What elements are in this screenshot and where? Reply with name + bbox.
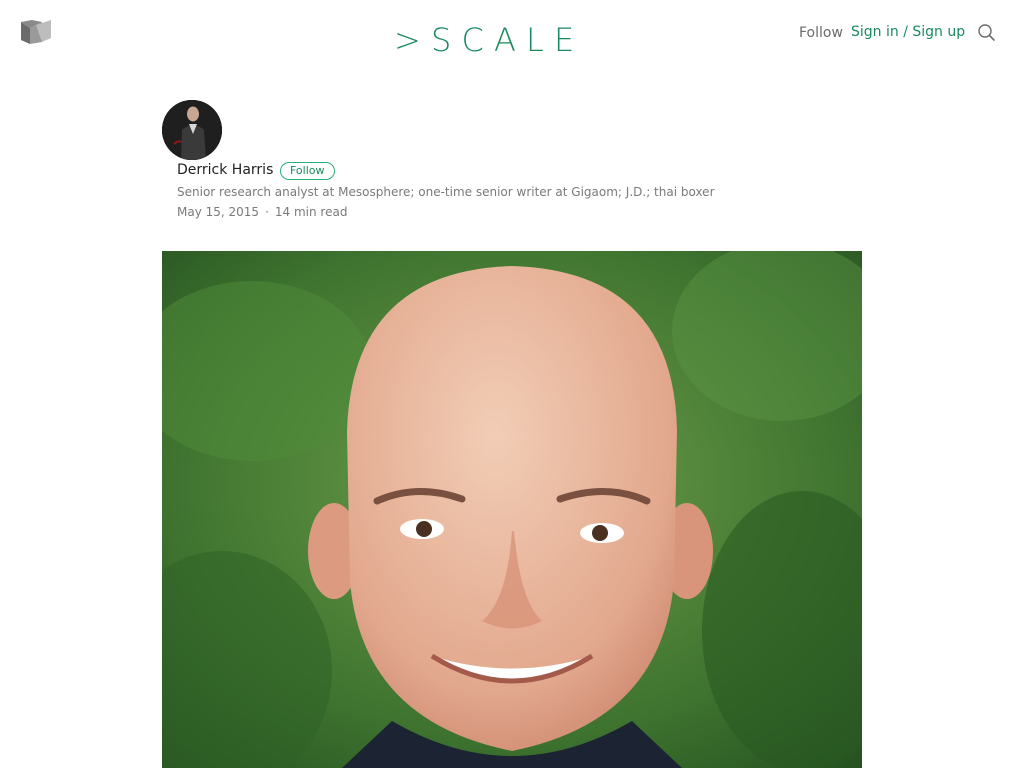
author-bio: Senior research analyst at Mesosphere; o…: [177, 185, 715, 199]
publication-logo-text: > S C A L E: [394, 21, 574, 58]
hero-image: [162, 251, 862, 768]
top-navigation-bar: > S C A L E Follow Sign in / Sign up: [0, 0, 1024, 70]
search-icon[interactable]: [976, 22, 996, 42]
author-name[interactable]: Derrick Harris: [177, 162, 273, 178]
sign-in-sign-up-link[interactable]: Sign in / Sign up: [851, 24, 965, 40]
header-follow-link[interactable]: Follow: [799, 25, 843, 41]
read-time: 14 min read: [274, 205, 348, 219]
medium-logo-icon[interactable]: [20, 18, 52, 46]
publication-logo[interactable]: > S C A L E: [392, 14, 632, 59]
author-avatar[interactable]: [162, 100, 222, 160]
author-follow-button[interactable]: Follow: [280, 162, 335, 180]
meta-separator: ·: [265, 205, 269, 219]
post-meta: May 15, 2015 · 14 min read: [177, 205, 347, 219]
post-date[interactable]: May 15, 2015: [177, 205, 259, 219]
